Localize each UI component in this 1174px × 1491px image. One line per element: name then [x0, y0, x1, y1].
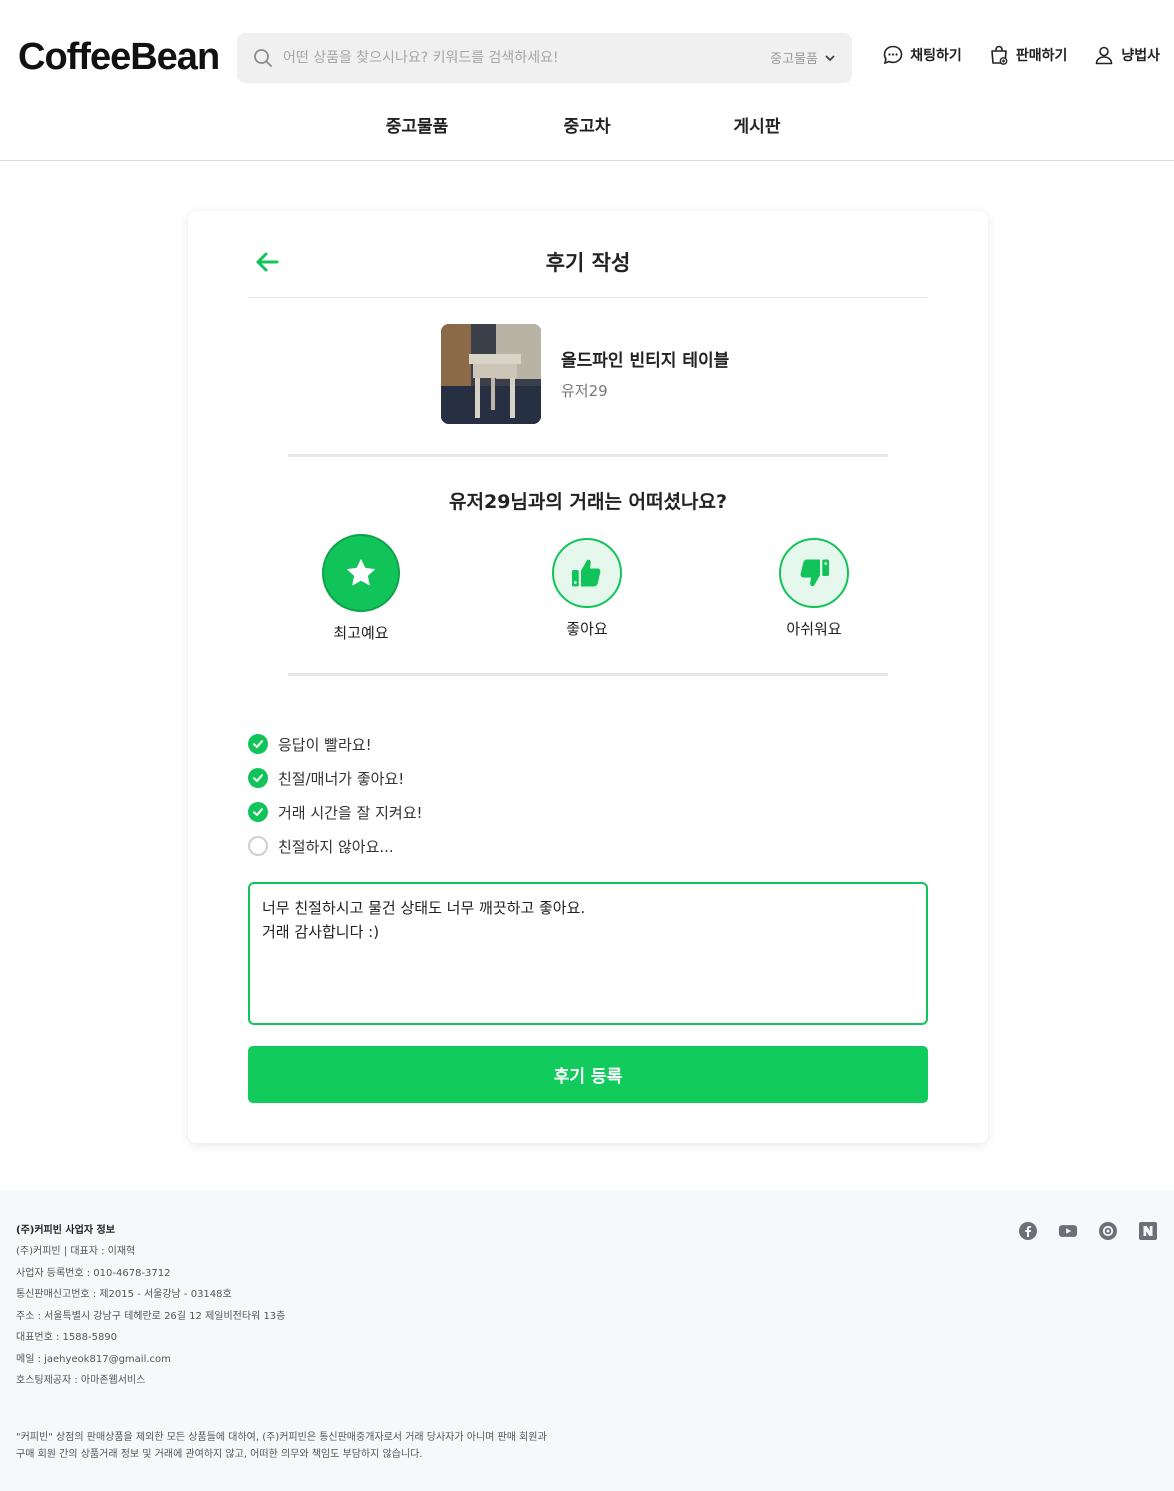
checklist-item[interactable]: 친절하지 않아요...: [248, 829, 423, 863]
nav-item-used-cars[interactable]: 중고차: [564, 112, 611, 137]
search-category-label: 중고물품: [770, 52, 818, 67]
chat-label: 채팅하기: [910, 48, 962, 64]
divider: [248, 297, 928, 298]
checkbox-unchecked-icon[interactable]: [248, 836, 268, 856]
sell-label: 판매하기: [1015, 48, 1068, 64]
disclaimer-line: "커피빈" 상점의 판매상품을 제외한 모든 상품들에 대하여, (주)커피빈은…: [16, 1432, 547, 1443]
facebook-icon[interactable]: [1018, 1221, 1038, 1241]
divider: [288, 454, 888, 457]
company-info-title: (주)커피빈 사업자 정보: [16, 1225, 115, 1236]
chat-button[interactable]: 채팅하기: [882, 44, 962, 66]
checklist-label: 거래 시간을 잘 지켜요!: [278, 803, 423, 822]
submit-review-button[interactable]: 후기 등록: [248, 1046, 928, 1103]
user-icon: [1096, 46, 1113, 65]
checkbox-checked-icon[interactable]: [248, 802, 268, 822]
feedback-checklist: 응답이 빨라요! 친절/매너가 좋아요! 거래 시간을 잘 지켜요! 친절하지 …: [248, 727, 423, 863]
company-info-line: 대표번호 : 1588-5890: [16, 1332, 118, 1343]
rating-disappointing-label: 아쉬워요: [786, 620, 842, 638]
rating-question: 유저29님과의 거래는 어떠셨나요?: [449, 491, 727, 513]
nav-item-board[interactable]: 게시판: [734, 112, 781, 137]
user-name: 냥법사: [1121, 48, 1160, 64]
company-info-line: 통신판매신고번호 : 제2015 - 서울강남 - 03148호: [16, 1289, 232, 1300]
search-bar[interactable]: 중고물품: [237, 33, 852, 83]
sell-button[interactable]: 판매하기: [988, 44, 1068, 66]
rating-best-circle[interactable]: [322, 534, 400, 612]
company-info-line: 호스팅제공자 : 아마존웹서비스: [16, 1375, 146, 1386]
blog-icon[interactable]: [1098, 1221, 1118, 1241]
user-menu[interactable]: 냥법사: [1093, 44, 1160, 66]
chevron-down-icon: [825, 54, 835, 61]
search-input[interactable]: [283, 43, 743, 73]
company-info-line: 메일 : jaehyeok817@gmail.com: [16, 1353, 171, 1365]
shopping-bag-icon: [991, 45, 1008, 65]
chat-icon: [883, 45, 903, 65]
disclaimer-line: 구매 회원 간의 상품거래 정보 및 거래에 관여하지 않고, 어떠한 의무와 …: [16, 1449, 423, 1460]
rating-disappointing[interactable]: 아쉬워요: [754, 534, 874, 639]
product-name: 올드파인 빈티지 테이블: [561, 351, 730, 371]
checklist-item[interactable]: 응답이 빨라요!: [248, 727, 423, 761]
checklist-item[interactable]: 거래 시간을 잘 지켜요!: [248, 795, 423, 829]
disclaimer: "커피빈" 상점의 판매상품을 제외한 모든 상품들에 대하여, (주)커피빈은…: [16, 1429, 547, 1463]
checklist-label: 친절하지 않아요...: [278, 837, 394, 856]
thumbs-down-icon: [800, 559, 829, 587]
seller-name: 유저29: [561, 382, 608, 400]
star-icon: [346, 558, 376, 586]
youtube-icon[interactable]: [1058, 1221, 1078, 1241]
product-summary: 올드파인 빈티지 테이블 유저29: [441, 324, 761, 424]
site-header: CoffeeBean 중고물품 채팅하기 판매하기: [0, 0, 1174, 161]
naver-icon[interactable]: [1138, 1221, 1158, 1241]
rating-disappointing-circle[interactable]: [779, 538, 849, 608]
nav-item-used-goods[interactable]: 중고물품: [386, 112, 449, 137]
review-textarea[interactable]: 너무 친절하시고 물건 상태도 너무 깨끗하고 좋아요. 거래 감사합니다 :): [248, 882, 928, 1025]
checkbox-checked-icon[interactable]: [248, 734, 268, 754]
checklist-label: 응답이 빨라요!: [278, 735, 372, 754]
checklist-label: 친절/매너가 좋아요!: [278, 769, 405, 788]
product-thumbnail[interactable]: [441, 324, 541, 424]
search-category-select[interactable]: 중고물품: [770, 48, 836, 67]
company-info: (주)커피빈 | 대표자 : 이재혁 사업자 등록번호 : 010-4678-3…: [16, 1241, 285, 1392]
site-footer: (주)커피빈 사업자 정보 (주)커피빈 | 대표자 : 이재혁 사업자 등록번…: [0, 1191, 1174, 1491]
header-actions: 채팅하기 판매하기 냥법사: [882, 44, 1160, 66]
company-info-line: 사업자 등록번호 : 010-4678-3712: [16, 1267, 171, 1279]
checklist-item[interactable]: 친절/매너가 좋아요!: [248, 761, 423, 795]
rating-best[interactable]: 최고예요: [301, 534, 421, 643]
vintage-table-image: [441, 324, 541, 424]
social-links: [1018, 1221, 1158, 1241]
thumbs-up-icon: [572, 559, 601, 587]
checkbox-checked-icon[interactable]: [248, 768, 268, 788]
logo[interactable]: CoffeeBean: [18, 36, 220, 79]
divider: [288, 673, 888, 676]
review-card: 후기 작성 올드파인 빈티지 테이블 유저29 유저29님과의 거래는 어떠셨나…: [188, 211, 988, 1143]
rating-good-label: 좋아요: [566, 620, 608, 638]
company-info-line: 주소 : 서울특별시 강남구 테헤란로 26길 12 제일비전타워 13층: [16, 1310, 286, 1322]
page-title: 후기 작성: [545, 251, 631, 275]
rating-good-circle[interactable]: [552, 538, 622, 608]
rating-best-label: 최고예요: [333, 624, 389, 642]
rating-good[interactable]: 좋아요: [527, 534, 647, 639]
company-info-line: (주)커피빈 | 대표자 : 이재혁: [16, 1246, 136, 1257]
search-icon: [254, 49, 272, 67]
